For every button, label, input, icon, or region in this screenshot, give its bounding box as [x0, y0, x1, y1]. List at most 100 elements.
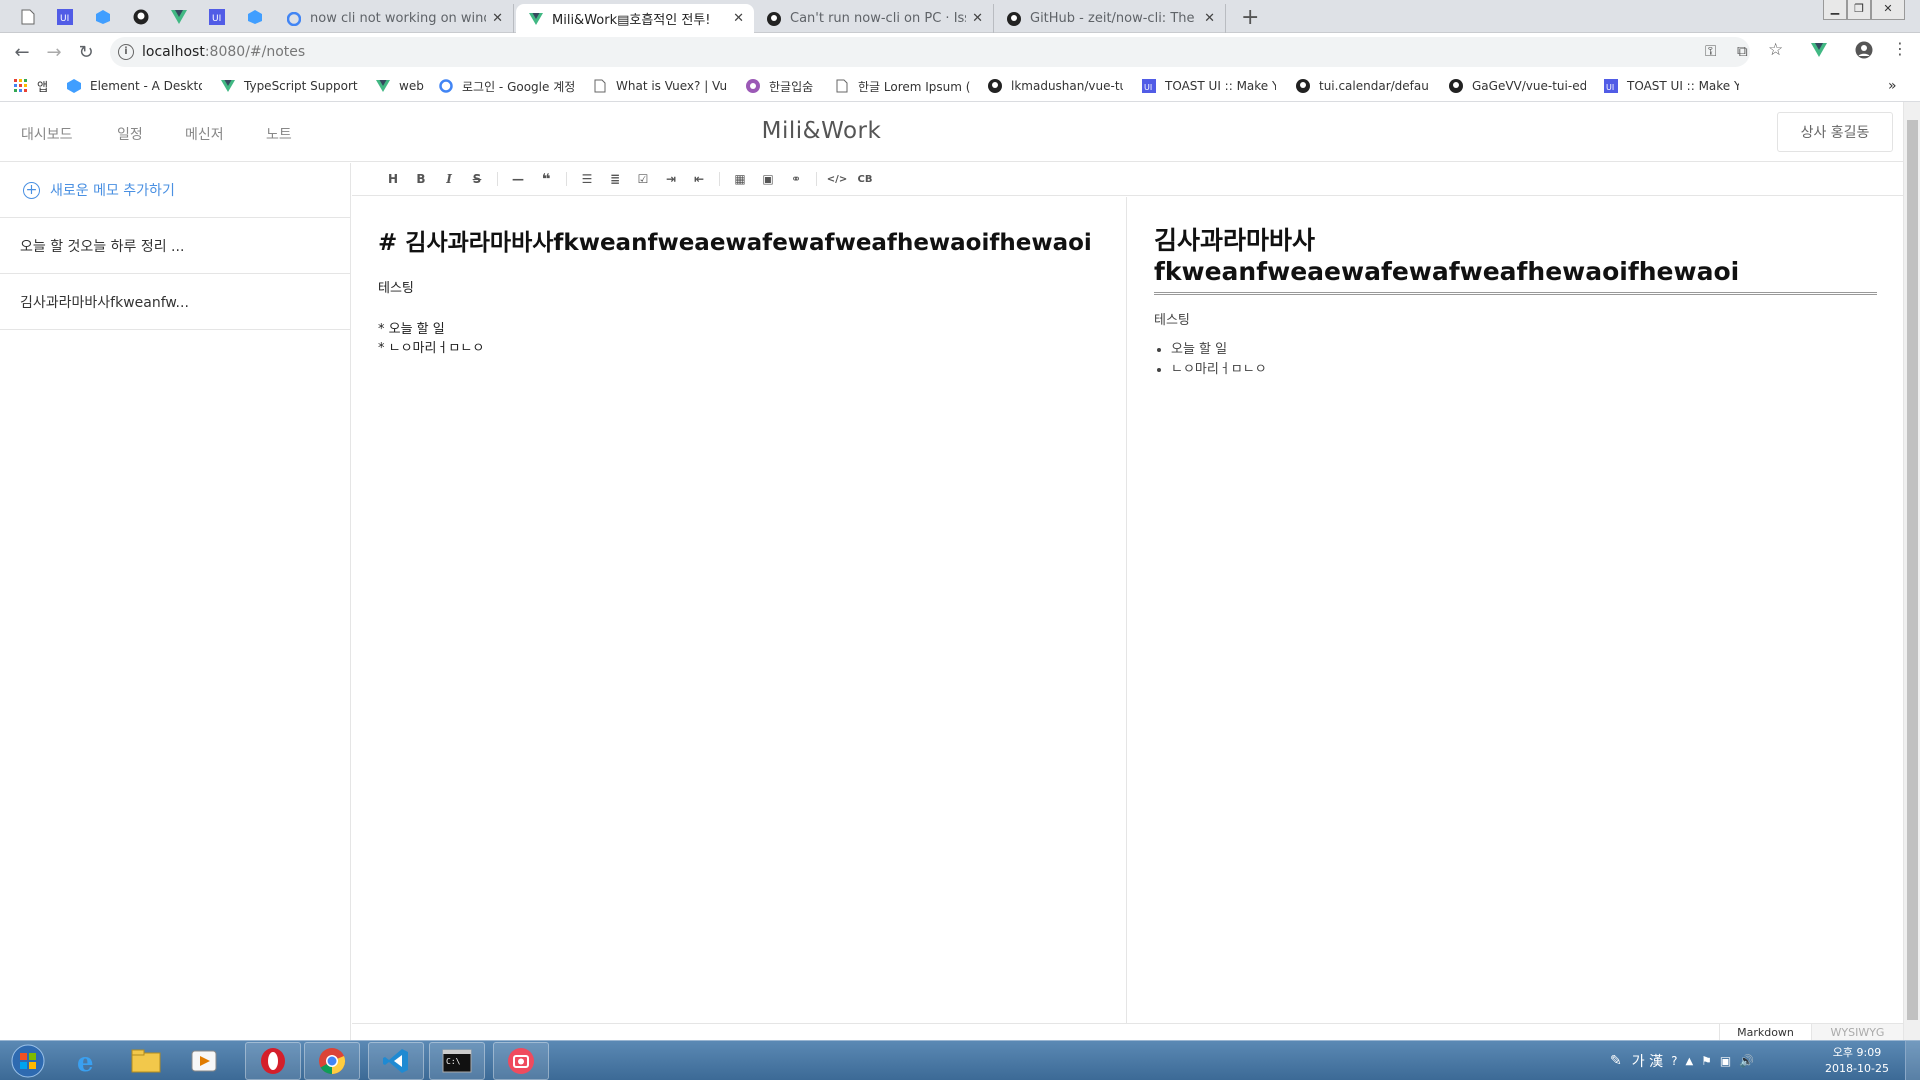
ime-icon[interactable]: ✎	[1610, 1053, 1622, 1069]
bullet-list-icon[interactable]: ☰	[573, 168, 601, 190]
forward-icon[interactable]: →	[41, 39, 67, 65]
close-icon[interactable]: ✕	[492, 11, 503, 26]
bookmark-google-login[interactable]: 로그인 - Google 계정	[438, 76, 576, 96]
bookmark-toast-ui-2[interactable]: UI TOAST UI :: Make Yo	[1603, 76, 1739, 96]
explorer-icon[interactable]	[118, 1042, 174, 1080]
flag-icon[interactable]: ⚑	[1701, 1054, 1712, 1068]
tab-markdown-mode[interactable]: Markdown	[1719, 1024, 1811, 1041]
tab-now-cli[interactable]: now cli not working on window ✕	[274, 4, 514, 33]
toast-ui-icon[interactable]: UI	[54, 6, 76, 28]
close-window-button[interactable]: ✕	[1871, 0, 1905, 20]
image-icon[interactable]: ▣	[754, 168, 782, 190]
bookmark-vue-tui-editor[interactable]: GaGeVV/vue-tui-edit	[1448, 76, 1586, 96]
strike-icon[interactable]: S	[463, 168, 491, 190]
cmd-icon[interactable]: C:\	[429, 1042, 485, 1080]
bookmark-lorem-ipsum[interactable]: 한글 Lorem Ipsum (	[834, 76, 970, 96]
scrollbar-thumb[interactable]	[1907, 120, 1918, 1020]
bookmark-typescript[interactable]: TypeScript Support	[220, 76, 358, 96]
tab-github-now-cli[interactable]: GitHub - zeit/now-cli: The comm ✕	[994, 4, 1226, 33]
key-icon[interactable]: ⚿	[1705, 42, 1716, 60]
opera-icon[interactable]	[245, 1042, 301, 1080]
code-icon[interactable]: </>	[823, 168, 851, 190]
bookmarks-overflow-icon[interactable]: »	[1888, 76, 1897, 96]
volume-icon[interactable]: 🔊	[1739, 1054, 1754, 1068]
bookmark-vuex[interactable]: What is Vuex? | Vue	[592, 76, 727, 96]
tab-wysiwyg-mode[interactable]: WYSIWYG	[1811, 1024, 1903, 1041]
windows-start-icon[interactable]	[6, 1043, 50, 1079]
bookmark-label: lkmadushan/vue-tui	[1011, 79, 1123, 93]
table-icon[interactable]: ▦	[726, 168, 754, 190]
element-icon[interactable]	[92, 6, 114, 28]
bookmark-apps[interactable]: 앱	[13, 76, 53, 96]
vue-icon	[220, 78, 236, 94]
task-icon[interactable]: ☑	[629, 168, 657, 190]
camera-icon[interactable]	[493, 1042, 549, 1080]
account-icon[interactable]	[1855, 41, 1873, 59]
bookmark-label: 앱	[37, 79, 49, 94]
page-icon[interactable]	[17, 6, 39, 28]
bookmark-toast-ui[interactable]: UI TOAST UI :: Make Yo	[1141, 76, 1276, 96]
windows-taskbar: e C:\ ✎ 가 漢 ? ▲ ⚑ ▣ 🔊 오후 9:09 2018-10-25	[0, 1040, 1920, 1080]
memo-item[interactable]: 오늘 할 것오늘 하루 정리 ...	[0, 218, 350, 274]
bookmark-vue-tui[interactable]: lkmadushan/vue-tui	[987, 76, 1123, 96]
tab-github-issue[interactable]: Can't run now-cli on PC · Issue ✕	[754, 4, 994, 33]
bookmark-hangul-ipsum[interactable]: 한글입숨	[745, 76, 825, 96]
reload-icon[interactable]: ↻	[73, 39, 99, 65]
preview-heading: 김사과라마바사fkweanfweaewafewafweafhewaoifhewa…	[1154, 221, 1877, 295]
element-icon	[66, 78, 82, 94]
menu-icon[interactable]: ⋮	[1892, 39, 1908, 58]
back-icon[interactable]: ←	[9, 39, 35, 65]
browser-tab-strip: UI UI now cli not working on window ✕ Mi…	[0, 0, 1920, 33]
info-icon[interactable]: i	[118, 44, 134, 60]
heading-icon[interactable]: H	[379, 168, 407, 190]
system-clock[interactable]: 오후 9:09 2018-10-25	[1822, 1045, 1892, 1077]
preview-list-item: 오늘 할 일	[1171, 340, 1877, 360]
restore-button[interactable]: ❐	[1847, 0, 1871, 20]
outdent-icon[interactable]: ⇤	[685, 168, 713, 190]
element-icon[interactable]	[244, 6, 266, 28]
memo-item[interactable]: 김사과라마바사fkweanfw...	[0, 274, 350, 330]
link-icon[interactable]: ⚭	[782, 168, 810, 190]
bookmark-element[interactable]: Element - A Desktop	[66, 76, 202, 96]
close-icon[interactable]: ✕	[972, 11, 983, 26]
url-field[interactable]: i localhost:8080/#/notes	[110, 37, 1750, 67]
vue-icon[interactable]	[168, 6, 190, 28]
help-icon[interactable]: ?	[1671, 1054, 1677, 1068]
bold-icon[interactable]: B	[407, 168, 435, 190]
page-icon	[592, 78, 608, 94]
bookmark-label: 한글 Lorem Ipsum (	[858, 79, 970, 94]
toast-ui-icon[interactable]: UI	[206, 6, 228, 28]
close-icon[interactable]: ✕	[733, 11, 744, 26]
ordered-list-icon[interactable]: ≣	[601, 168, 629, 190]
markdown-pane[interactable]: # 김사과라마바사fkweanfweaewafewafweafhewaoifhe…	[352, 197, 1127, 1023]
media-player-icon[interactable]	[176, 1042, 232, 1080]
translate-icon[interactable]: ⧉	[1737, 42, 1748, 60]
github-icon[interactable]	[130, 6, 152, 28]
network-icon[interactable]: ▣	[1720, 1054, 1731, 1068]
ie-icon[interactable]: e	[60, 1042, 116, 1080]
close-icon[interactable]: ✕	[1204, 11, 1215, 26]
italic-icon[interactable]: I	[435, 168, 463, 190]
bookmark-web[interactable]: web	[375, 76, 430, 96]
svg-text:UI: UI	[60, 14, 69, 24]
google-icon	[438, 78, 454, 94]
chrome-icon[interactable]	[304, 1042, 360, 1080]
minimize-button[interactable]: ▁	[1823, 0, 1847, 20]
ime-mode[interactable]: 가 漢	[1632, 1051, 1663, 1071]
add-memo-button[interactable]: + 새로운 메모 추가하기	[0, 163, 350, 218]
indent-icon[interactable]: ⇥	[657, 168, 685, 190]
tray-arrow-icon[interactable]: ▲	[1685, 1056, 1693, 1067]
page-scrollbar[interactable]	[1903, 102, 1920, 1040]
toolbar-divider	[497, 172, 498, 186]
vue-devtools-icon[interactable]	[1811, 43, 1827, 57]
tab-mili-work[interactable]: Mili&Work▤호흡적인 전투! ✕	[516, 4, 754, 33]
user-button[interactable]: 상사 홍길동	[1777, 112, 1893, 152]
show-desktop-button[interactable]	[1905, 1041, 1920, 1080]
new-tab-button[interactable]: +	[1241, 5, 1259, 30]
vscode-icon[interactable]	[368, 1042, 424, 1080]
quote-icon[interactable]: ❝	[532, 168, 560, 190]
hr-icon[interactable]: —	[504, 168, 532, 190]
codeblock-icon[interactable]: CB	[851, 168, 879, 190]
bookmark-star-icon[interactable]: ☆	[1768, 40, 1783, 60]
bookmark-tui-calendar[interactable]: tui.calendar/default.j	[1295, 76, 1429, 96]
